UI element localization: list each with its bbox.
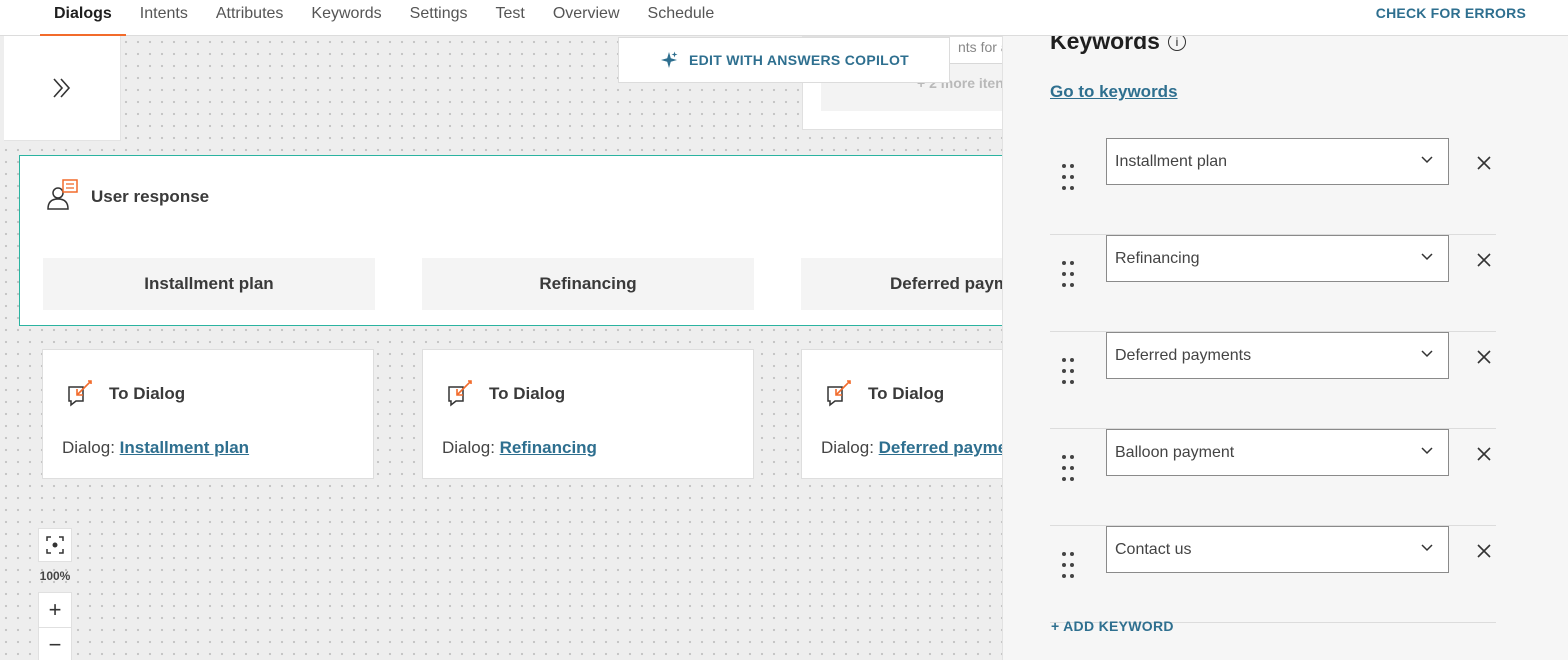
- dialog-link[interactable]: Installment plan: [120, 438, 249, 457]
- keyword-row: Contact us: [1050, 526, 1496, 623]
- chevron-down-icon: [1421, 350, 1433, 358]
- keyword-select[interactable]: Contact us: [1106, 526, 1449, 573]
- to-dialog-node[interactable]: To Dialog Dialog: Refinancing: [422, 349, 754, 479]
- keyword-row: Balloon payment: [1050, 429, 1496, 526]
- close-icon[interactable]: [1474, 347, 1494, 367]
- redirect-dialog-icon: [448, 380, 472, 407]
- keyword-value: Refinancing: [1115, 249, 1200, 267]
- user-response-icon: [47, 179, 78, 210]
- info-icon[interactable]: i: [1167, 36, 1186, 51]
- go-to-keywords-link[interactable]: Go to keywords: [1050, 82, 1178, 102]
- redirect-dialog-icon: [68, 380, 92, 407]
- edit-with-copilot-button[interactable]: EDIT WITH ANSWERS COPILOT: [618, 37, 950, 83]
- keyword-select[interactable]: Balloon payment: [1106, 429, 1449, 476]
- keyword-row: Refinancing: [1050, 235, 1496, 332]
- close-icon[interactable]: [1474, 444, 1494, 464]
- to-dialog-title: To Dialog: [489, 384, 566, 403]
- fit-to-screen-button[interactable]: [38, 528, 72, 562]
- keyword-select[interactable]: Deferred payments: [1106, 332, 1449, 379]
- response-option[interactable]: Installment plan: [43, 258, 375, 310]
- dialog-target-line: Dialog: Refinancing: [442, 438, 597, 458]
- response-option[interactable]: Refinancing: [422, 258, 754, 310]
- dialog-target-line: Dialog: Deferred payme: [821, 438, 1007, 458]
- dialog-prefix: Dialog:: [442, 438, 495, 457]
- keywords-title-text: Keywords: [1050, 36, 1160, 54]
- to-dialog-title: To Dialog: [868, 384, 945, 403]
- chevron-down-icon: [1421, 544, 1433, 552]
- response-option[interactable]: Deferred paym: [801, 258, 1030, 310]
- keyword-value: Contact us: [1115, 540, 1192, 558]
- drag-handle-icon[interactable]: [1058, 259, 1078, 289]
- tab-test[interactable]: Test: [481, 0, 538, 36]
- close-icon[interactable]: [1474, 250, 1494, 270]
- tab-overview[interactable]: Overview: [539, 0, 634, 36]
- keyword-row: Deferred payments: [1050, 332, 1496, 429]
- keyword-select[interactable]: Installment plan: [1106, 138, 1449, 185]
- dialog-link[interactable]: Refinancing: [500, 438, 597, 457]
- tab-intents[interactable]: Intents: [126, 0, 202, 36]
- partial-node-text: nts for a: [958, 39, 1009, 55]
- keywords-panel-title: Keywords i: [1050, 36, 1186, 55]
- to-dialog-title: To Dialog: [109, 384, 186, 403]
- top-navigation: Dialogs Intents Attributes Keywords Sett…: [0, 0, 1568, 36]
- drag-handle-icon[interactable]: [1058, 162, 1078, 192]
- chevron-down-icon: [1421, 253, 1433, 261]
- keyword-row: Installment plan: [1050, 138, 1496, 235]
- tab-bar: Dialogs Intents Attributes Keywords Sett…: [0, 0, 728, 36]
- chevron-down-icon: [1421, 447, 1433, 455]
- tab-attributes[interactable]: Attributes: [202, 0, 298, 36]
- dialog-prefix: Dialog:: [62, 438, 115, 457]
- zoom-level: 100%: [39, 569, 71, 583]
- fit-screen-icon: [46, 536, 64, 554]
- tab-settings[interactable]: Settings: [396, 0, 482, 36]
- double-chevron-right-icon[interactable]: [51, 77, 73, 99]
- dialog-prefix: Dialog:: [821, 438, 874, 457]
- chevron-down-icon: [1421, 156, 1433, 164]
- user-response-title: User response: [91, 187, 210, 206]
- close-icon[interactable]: [1474, 541, 1494, 561]
- keywords-panel: Keywords i Go to keywords Installment pl…: [1002, 36, 1568, 660]
- drag-handle-icon[interactable]: [1058, 453, 1078, 483]
- keyword-value: Deferred payments: [1115, 346, 1252, 364]
- keyword-value: Installment plan: [1115, 152, 1228, 170]
- user-response-node[interactable]: User response Installment plan Refinanci…: [19, 155, 1030, 326]
- keyword-value: Balloon payment: [1115, 443, 1235, 461]
- close-icon[interactable]: [1474, 153, 1494, 173]
- sparkle-icon: [660, 51, 678, 68]
- drag-handle-icon[interactable]: [1058, 356, 1078, 386]
- dialog-link[interactable]: Deferred payme: [879, 438, 1008, 457]
- zoom-controls: + −: [38, 592, 72, 660]
- redirect-dialog-icon: [827, 380, 851, 407]
- add-keyword-button[interactable]: + ADD KEYWORD: [1051, 618, 1174, 634]
- side-panel-collapsed: [4, 36, 121, 141]
- tab-keywords[interactable]: Keywords: [297, 0, 395, 36]
- to-dialog-node[interactable]: To Dialog Dialog: Installment plan: [42, 349, 374, 479]
- zoom-in-button[interactable]: +: [39, 593, 71, 627]
- copilot-label: EDIT WITH ANSWERS COPILOT: [688, 52, 910, 68]
- dialog-target-line: Dialog: Installment plan: [62, 438, 249, 458]
- keyword-select[interactable]: Refinancing: [1106, 235, 1449, 282]
- tab-schedule[interactable]: Schedule: [634, 0, 729, 36]
- check-for-errors-button[interactable]: CHECK FOR ERRORS: [1376, 5, 1526, 21]
- tab-dialogs[interactable]: Dialogs: [40, 0, 126, 36]
- drag-handle-icon[interactable]: [1058, 550, 1078, 580]
- zoom-out-button[interactable]: −: [39, 627, 71, 660]
- to-dialog-node[interactable]: To Dialog Dialog: Deferred payme: [801, 349, 1011, 479]
